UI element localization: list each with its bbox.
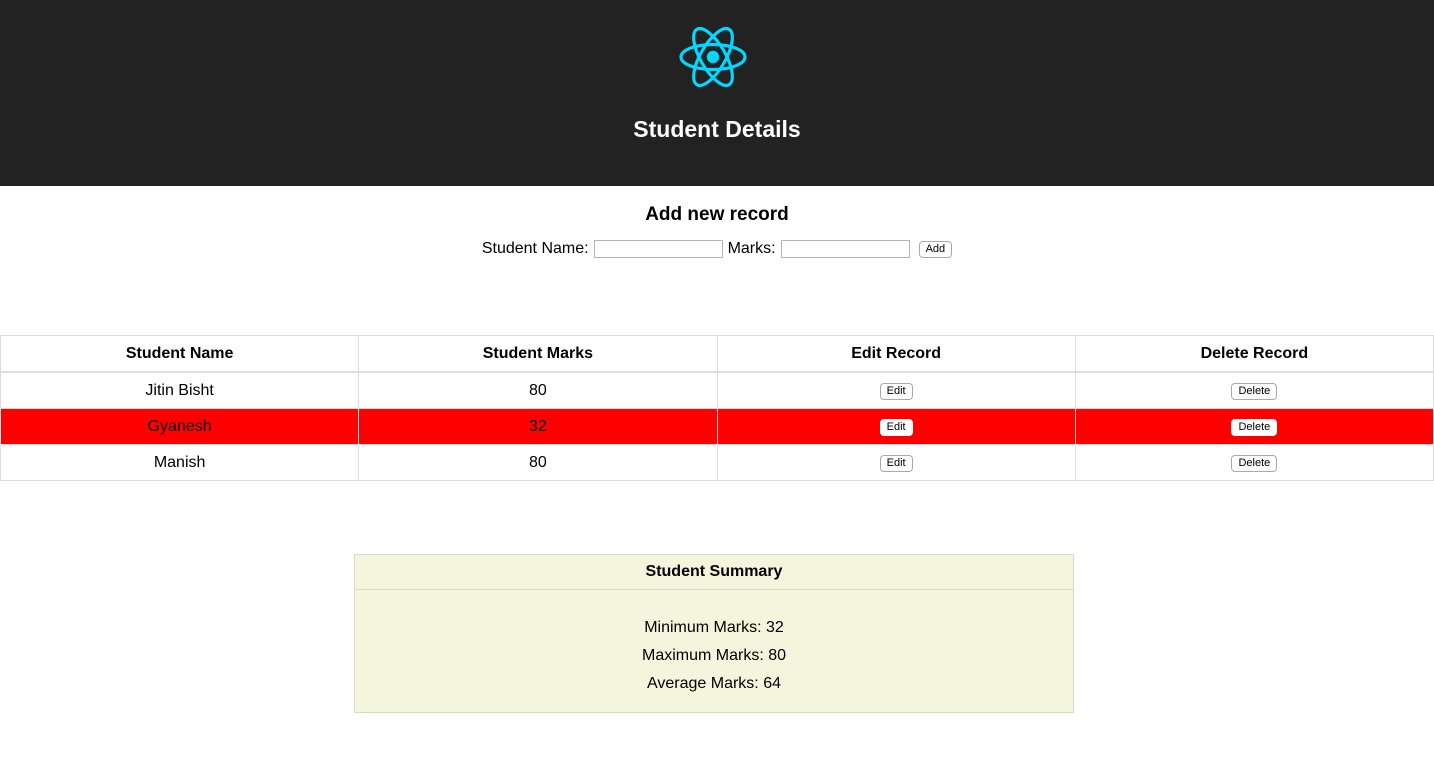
column-header-edit-record: Edit Record	[716, 335, 1076, 373]
student-marks-cell: 80	[358, 371, 718, 409]
delete-button[interactable]: Delete	[1231, 419, 1278, 436]
minimum-marks-text: Minimum Marks: 32	[644, 619, 784, 636]
student-marks-cell: 32	[358, 408, 718, 445]
student-marks-cell: 80	[358, 444, 718, 481]
delete-cell: Delete	[1074, 444, 1434, 481]
average-marks-text: Average Marks: 64	[647, 675, 781, 692]
edit-cell: Edit	[716, 444, 1076, 481]
column-header-student-name: Student Name	[0, 335, 360, 373]
summary-title: Student Summary	[355, 555, 1073, 590]
add-record-title: Add new record	[645, 204, 789, 225]
edit-button[interactable]: Edit	[879, 383, 913, 400]
summary-body: Minimum Marks: 32 Maximum Marks: 80 Aver…	[355, 590, 1073, 698]
student-name-cell: Manish	[0, 444, 360, 481]
student-name-cell: Jitin Bisht	[0, 371, 360, 409]
page-title: Student Details	[633, 116, 801, 142]
maximum-marks-text: Maximum Marks: 80	[641, 647, 787, 664]
add-button[interactable]: Add	[918, 240, 953, 258]
delete-cell: Delete	[1074, 408, 1434, 445]
add-record-section: Add new record Student Name: Marks: Add	[0, 200, 1434, 260]
app-header: Student Details	[0, 0, 1434, 186]
table-row: Manish 80 Edit Delete	[0, 444, 1434, 481]
student-name-label: Student Name:	[481, 240, 589, 257]
marks-input[interactable]	[780, 240, 910, 258]
edit-button[interactable]: Edit	[879, 419, 913, 436]
column-header-student-marks: Student Marks	[358, 335, 718, 373]
column-header-delete-record: Delete Record	[1074, 335, 1434, 373]
table-row: Jitin Bisht 80 Edit Delete	[0, 371, 1434, 409]
react-logo-icon	[679, 26, 747, 88]
table-header-row: Student Name Student Marks Edit Record D…	[0, 335, 1434, 373]
student-name-cell: Gyanesh	[0, 408, 360, 445]
delete-cell: Delete	[1074, 371, 1434, 409]
edit-button[interactable]: Edit	[879, 455, 913, 472]
student-records-table: Student Name Student Marks Edit Record D…	[0, 335, 1434, 481]
student-summary-panel: Student Summary Minimum Marks: 32 Maximu…	[354, 554, 1074, 713]
delete-button[interactable]: Delete	[1231, 383, 1278, 400]
marks-label: Marks:	[727, 240, 776, 257]
student-name-input[interactable]	[593, 240, 723, 258]
edit-cell: Edit	[716, 408, 1076, 445]
delete-button[interactable]: Delete	[1231, 455, 1278, 472]
table-row-highlighted: Gyanesh 32 Edit Delete	[0, 408, 1434, 445]
edit-cell: Edit	[716, 371, 1076, 409]
add-record-form: Student Name: Marks: Add	[0, 238, 1434, 260]
